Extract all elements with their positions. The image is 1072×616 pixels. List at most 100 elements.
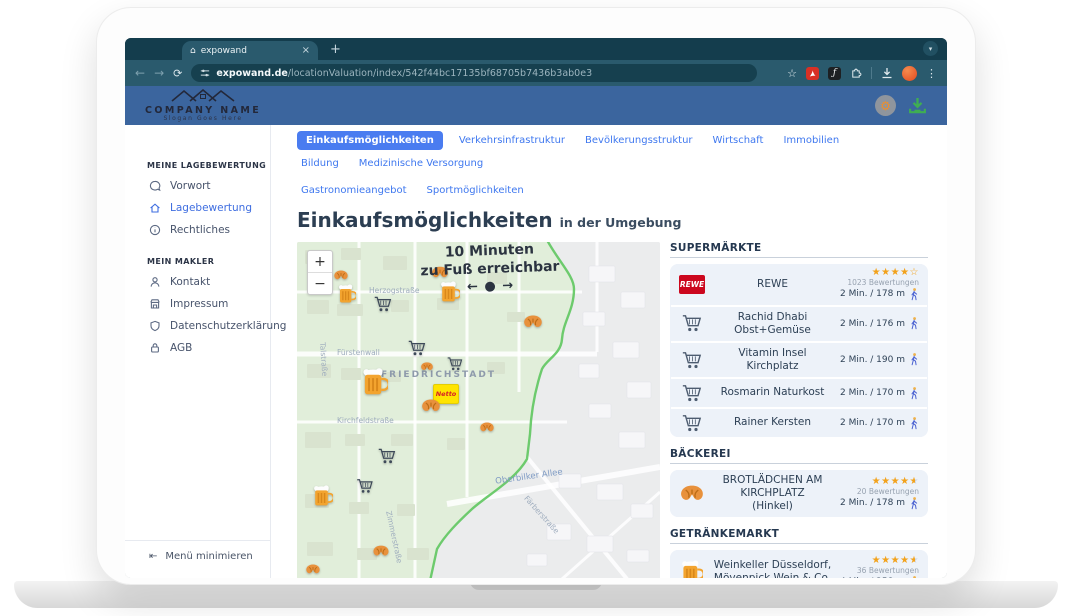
sidebar-item-vorwort[interactable]: Vorwort	[125, 175, 270, 197]
tab-list-chevron-icon[interactable]: ▾	[923, 41, 938, 56]
walking-icon	[909, 576, 919, 578]
site-settings-icon[interactable]	[200, 68, 210, 78]
collapse-menu-button[interactable]: ⇤ Menü minimieren	[125, 540, 270, 578]
map-marker-beer[interactable]	[362, 368, 388, 401]
sidebar-item-agb[interactable]: AGB	[125, 337, 270, 359]
tab-einkaufsmoeglichkeiten[interactable]: Einkaufsmöglichkeiten	[297, 131, 443, 150]
user-settings-avatar[interactable]: ⚙	[875, 95, 896, 116]
url-bar[interactable]: expowand.de/locationValuation/index/542f…	[191, 64, 757, 82]
shield-icon	[149, 320, 161, 332]
downloads-icon[interactable]	[881, 67, 893, 79]
extensions-puzzle-icon[interactable]	[850, 67, 862, 79]
sidebar-section-makler: MEIN MAKLER	[147, 257, 270, 266]
tab-wirtschaft[interactable]: Wirtschaft	[709, 132, 768, 149]
sidebar-section-lagebewertung: MEINE LAGEBEWERTUNG	[147, 161, 270, 170]
url-domain: expowand.de	[216, 68, 288, 79]
sidebar-item-lagebewertung[interactable]: Lagebewertung	[125, 197, 270, 219]
result-name: Rainer Kersten	[713, 416, 832, 429]
sidebar: MEINE LAGEBEWERTUNG Vorwort Lagebewertun…	[125, 125, 271, 578]
page-title: Einkaufsmöglichkeiten in der Umgebung	[297, 208, 925, 232]
sidebar-item-label: Datenschutzerklärung	[170, 320, 286, 332]
result-row[interactable]: Vitamin Insel Kirchplatz 2 Min. / 190 m	[670, 343, 928, 377]
tab-bildung[interactable]: Bildung	[297, 155, 343, 172]
web-page: COMPANY NAME Slogan Goes Here ⚙ MEINE LA…	[125, 86, 947, 578]
dark-extension-icon[interactable]: ƒ	[828, 67, 841, 80]
sidebar-item-label: AGB	[170, 342, 192, 354]
map-zoom-out-button[interactable]: −	[308, 273, 332, 294]
tab-verkehrsinfrastruktur[interactable]: Verkehrsinfrastruktur	[455, 132, 569, 149]
review-count: 36 Bewertungen	[857, 567, 919, 575]
roofline-icon	[170, 89, 236, 102]
tab-close-icon[interactable]: ×	[302, 45, 310, 56]
walking-icon	[909, 288, 919, 301]
company-logo[interactable]: COMPANY NAME Slogan Goes Here	[145, 88, 261, 123]
pdf-extension-icon[interactable]	[806, 67, 819, 80]
result-row-drinks[interactable]: Weinkeller Düsseldorf,Mövenpick Wein & C…	[670, 550, 928, 578]
forward-icon[interactable]: →	[154, 67, 164, 79]
main-content: Einkaufsmöglichkeiten Verkehrsinfrastruk…	[271, 125, 947, 578]
logo-slogan: Slogan Goes Here	[145, 116, 261, 123]
supermarkets-card: REWE REWE ★★★★☆ 1023 Bewertungen 2 Min. …	[670, 264, 928, 437]
profile-avatar[interactable]	[902, 66, 917, 81]
reload-icon[interactable]: ⟳	[173, 68, 182, 79]
map-marker-cart[interactable]	[357, 478, 374, 498]
browser-menu-icon[interactable]: ⋮	[926, 67, 937, 80]
rating-stars: ★★★★☆	[872, 268, 919, 278]
section-title-getraenkemarkt: GETRÄNKEMARKT	[670, 528, 928, 544]
map-marker-pretzel[interactable]	[479, 419, 495, 438]
tab-gastronomieangebot[interactable]: Gastronomieangebot	[297, 182, 411, 199]
map[interactable]: + − 10 Minuten zu Fuß erreichbar ← ● → F…	[297, 242, 660, 578]
map-marker-cart[interactable]	[447, 357, 463, 376]
result-row-bakery[interactable]: BROTLÄDCHEN AM KIRCHPLATZ(Hinkel) ★★★★★ …	[670, 470, 928, 517]
browser-tab[interactable]: ⌂ expowand ×	[182, 41, 318, 60]
back-icon[interactable]: ←	[135, 67, 145, 79]
distance: 2 Min. / 190 m	[840, 355, 905, 365]
result-row[interactable]: Rosmarin Naturkost 2 Min. / 170 m	[670, 379, 928, 407]
cart-icon	[679, 384, 705, 402]
map-marker-pretzel[interactable]	[523, 314, 544, 334]
map-marker-cart[interactable]	[374, 296, 392, 317]
map-marker-pretzel[interactable]	[420, 357, 434, 376]
cart-icon	[679, 414, 705, 432]
storefront-icon	[149, 298, 161, 310]
result-name: Vitamin Insel Kirchplatz	[713, 347, 832, 373]
download-report-icon[interactable]	[908, 97, 927, 115]
sidebar-item-label: Rechtliches	[170, 224, 230, 236]
beer-icon	[679, 560, 705, 578]
tab-medizinische-versorgung[interactable]: Medizinische Versorgung	[355, 155, 487, 172]
map-marker-pretzel[interactable]	[333, 267, 349, 286]
url-path: /locationValuation/index/542f44bc17135bf…	[288, 68, 592, 79]
bookmark-star-icon[interactable]: ☆	[787, 67, 797, 80]
rewe-logo: REWE	[679, 275, 705, 294]
map-marker-pretzel[interactable]	[421, 398, 442, 418]
map-zoom-in-button[interactable]: +	[308, 251, 332, 273]
category-tabs: Einkaufsmöglichkeiten Verkehrsinfrastruk…	[297, 131, 897, 199]
tab-immobilien[interactable]: Immobilien	[779, 132, 843, 149]
page-body: MEINE LAGEBEWERTUNG Vorwort Lagebewertun…	[125, 125, 947, 578]
sidebar-item-impressum[interactable]: Impressum	[125, 293, 270, 315]
rating-stars: ★★★★★	[872, 477, 919, 487]
browser-tab-strip: ⌂ expowand × + ▾	[125, 38, 947, 60]
toolbar-actions: ☆ ƒ ⋮	[787, 66, 937, 81]
tab-sportmoeglichkeiten[interactable]: Sportmöglichkeiten	[423, 182, 528, 199]
map-marker-beer[interactable]	[313, 485, 333, 511]
result-row[interactable]: Rainer Kersten 2 Min. / 170 m	[670, 409, 928, 437]
sidebar-item-kontakt[interactable]: Kontakt	[125, 271, 270, 293]
map-marker-cart[interactable]	[378, 448, 396, 469]
new-tab-button[interactable]: +	[330, 43, 341, 56]
sidebar-item-rechtliches[interactable]: Rechtliches	[125, 219, 270, 241]
home-icon	[149, 202, 161, 214]
drinks-card: Weinkeller Düsseldorf,Mövenpick Wein & C…	[670, 550, 928, 578]
sidebar-item-datenschutz[interactable]: Datenschutzerklärung	[125, 315, 270, 337]
map-marker-pretzel[interactable]	[305, 561, 321, 579]
map-marker-pretzel[interactable]	[372, 543, 390, 562]
cart-icon	[679, 351, 705, 369]
tab-title: expowand	[201, 46, 297, 56]
result-row[interactable]: Rachid Dhabi Obst+Gemüse 2 Min. / 176 m	[670, 307, 928, 341]
map-marker-beer[interactable]	[338, 284, 356, 308]
home-icon: ⌂	[190, 46, 196, 56]
result-row-rewe[interactable]: REWE REWE ★★★★☆ 1023 Bewertungen 2 Min. …	[670, 264, 928, 305]
distance: 2 Min. / 176 m	[840, 319, 905, 329]
tab-bevoelkerungsstruktur[interactable]: Bevölkerungsstruktur	[581, 132, 697, 149]
result-name: Weinkeller Düsseldorf,Mövenpick Wein & C…	[713, 559, 832, 578]
